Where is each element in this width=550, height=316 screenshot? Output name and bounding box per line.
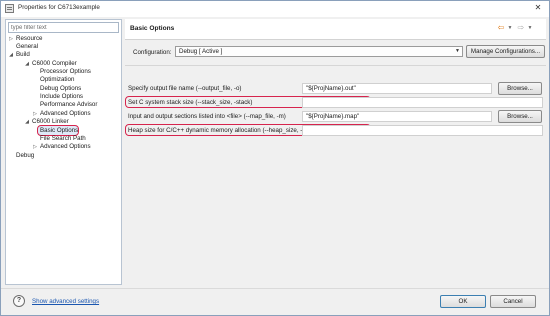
tree-item-file-search-path[interactable]: File Search Path [40,135,86,143]
collapse-arrow-icon[interactable]: ◢ [8,51,14,59]
forward-arrow-icon[interactable]: ⇨ [515,22,527,34]
properties-dialog: Properties for C6713example ✕ ▷ Resource… [0,0,550,316]
stack-size-label: Set C system stack size (--stack_size, -… [128,99,253,106]
dropdown-icon[interactable]: ▼ [527,22,533,34]
browse-map-file-button[interactable]: Browse... [498,110,542,123]
configuration-row: Configuration: Debug [ Active ] ▼ Manage… [125,45,546,60]
show-advanced-settings-link[interactable]: Show advanced settings [32,298,99,305]
tree-item-label: Include Options [40,93,83,100]
page-title: Basic Options [130,25,175,32]
tree-item-label: Advanced Options [40,110,91,117]
configuration-select[interactable]: Debug [ Active ] ▼ [175,46,463,57]
tree-item-label: Basic Options [40,127,79,134]
tree-item-label: Debug Options [40,85,82,92]
window-title: Properties for C6713example [18,4,100,11]
help-icon[interactable]: ? [13,295,25,307]
tree-item-label: Processor Options [40,68,91,75]
expand-arrow-icon[interactable]: ▷ [8,35,14,43]
tree-item-label: Resource [16,35,43,42]
configuration-value: Debug [ Active ] [179,48,223,55]
page-header: Basic Options ⇦ ▼ ⇨ ▼ [125,19,546,40]
collapse-arrow-icon[interactable]: ◢ [24,118,30,126]
map-file-label: Input and output sections listed into <f… [128,113,286,120]
stack-size-input[interactable] [302,97,543,108]
settings-pane: Basic Options ⇦ ▼ ⇨ ▼ Configuration: Deb… [125,19,546,285]
tree-item-include-options[interactable]: Include Options [40,93,83,101]
tree-item-resource[interactable]: ▷ Resource [9,35,43,43]
output-file-label: Specify output file name (--output_file,… [128,85,242,92]
tree-item-label: File Search Path [40,135,86,142]
browse-output-file-button[interactable]: Browse... [498,82,542,95]
tree-item-label: Optimization [40,76,75,83]
tree-item-label: Performance Advisor [40,101,98,108]
tree-item-label: Debug [16,152,35,159]
filter-input[interactable] [8,22,119,33]
heap-size-label: Heap size for C/C++ dynamic memory alloc… [128,127,319,134]
tree-item-debug-options[interactable]: Debug Options [40,85,81,93]
close-icon[interactable]: ✕ [532,2,544,14]
collapse-arrow-icon[interactable]: ◢ [24,60,30,68]
heap-size-input[interactable] [302,125,543,136]
tree-item-compiler-advanced-options[interactable]: ▷ Advanced Options [33,110,91,118]
cancel-button[interactable]: Cancel [490,295,536,308]
tree-item-performance-advisor[interactable]: Performance Advisor [40,101,97,109]
map-file-input[interactable]: "${ProjName}.map" [302,111,492,122]
manage-configurations-button[interactable]: Manage Configurations... [466,45,545,58]
option-stack-size: Set C system stack size (--stack_size, -… [125,96,546,109]
output-file-input[interactable]: "${ProjName}.out" [302,83,492,94]
properties-window-icon [5,4,14,13]
divider [125,65,546,66]
dropdown-icon[interactable]: ▼ [507,22,513,34]
tree-item-label: Build [16,51,30,58]
tree-item-label: C6000 Compiler [32,60,77,67]
tree-item-c6000-compiler[interactable]: ◢ C6000 Compiler [25,60,77,68]
tree-item-debug[interactable]: Debug [16,152,34,160]
tree-item-label: C6000 Linker [32,118,69,125]
tree-item-build[interactable]: ◢ Build [9,51,30,59]
back-arrow-icon[interactable]: ⇦ [495,22,507,34]
chevron-down-icon: ▼ [455,48,460,54]
tree-item-label: Advanced Options [40,143,91,150]
option-heap-size: Heap size for C/C++ dynamic memory alloc… [125,124,546,137]
tree-item-optimization[interactable]: Optimization [40,76,74,84]
title-bar: Properties for C6713example ✕ [1,1,549,17]
option-map-file: Input and output sections listed into <f… [125,110,546,123]
tree-item-label: General [16,43,39,50]
tree-item-linker-advanced-options[interactable]: ▷ Advanced Options [33,143,91,151]
tree-item-processor-options[interactable]: Processor Options [40,68,91,76]
ok-button[interactable]: OK [440,295,486,308]
option-output-file: Specify output file name (--output_file,… [125,82,546,95]
tree-item-general[interactable]: General [16,43,38,51]
expand-arrow-icon[interactable]: ▷ [32,110,38,118]
navigation-pane: ▷ Resource General ◢ Build ◢ C6000 Compi… [5,19,122,285]
tree-item-basic-options[interactable]: Basic Options [37,125,79,136]
configuration-label: Configuration: [133,49,172,56]
dialog-footer: ? Show advanced settings OK Cancel [1,288,549,315]
expand-arrow-icon[interactable]: ▷ [32,143,38,151]
